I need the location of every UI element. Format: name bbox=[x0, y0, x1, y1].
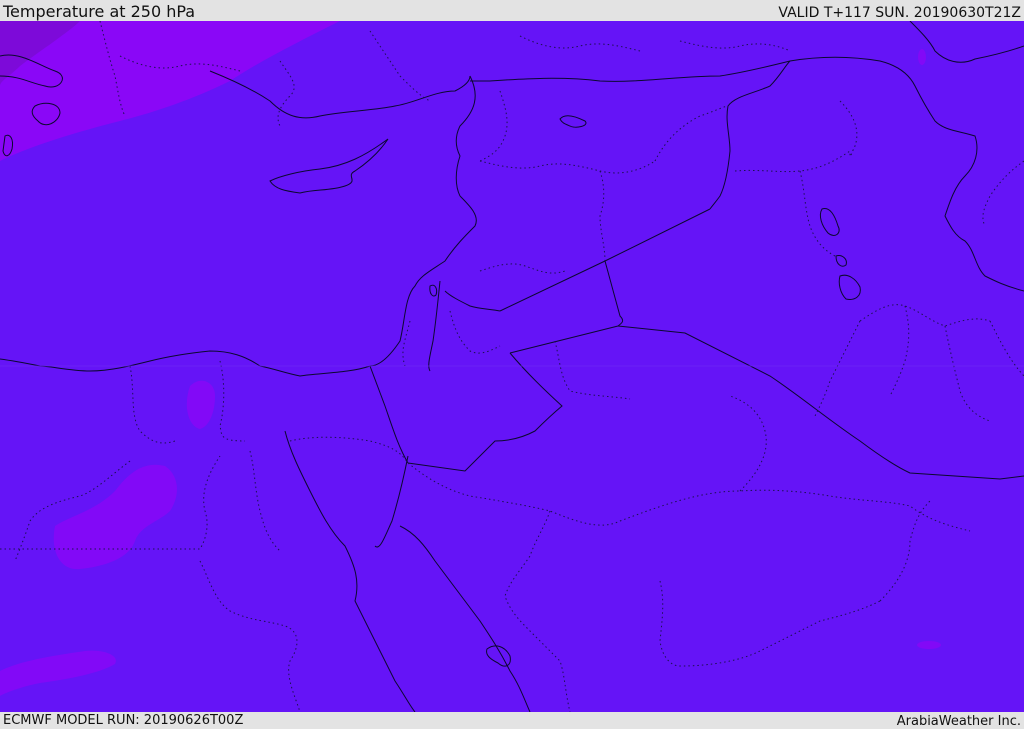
credit-label: ArabiaWeather Inc. bbox=[896, 714, 1021, 729]
footer-bar: ECMWF MODEL RUN: 20190626T00Z ArabiaWeat… bbox=[0, 712, 1024, 729]
warm-region-southeast bbox=[917, 641, 941, 649]
map-title: Temperature at 250 hPa bbox=[3, 2, 196, 21]
warm-region-northeast bbox=[918, 49, 926, 65]
map-canvas bbox=[0, 21, 1024, 712]
map-page: Temperature at 250 hPa VALID T+117 SUN. … bbox=[0, 0, 1024, 729]
model-run-label: ECMWF MODEL RUN: 20190626T00Z bbox=[3, 713, 244, 728]
valid-time: VALID T+117 SUN. 20190630T21Z bbox=[778, 5, 1021, 21]
temperature-map bbox=[0, 21, 1024, 712]
header-bar: Temperature at 250 hPa VALID T+117 SUN. … bbox=[0, 0, 1024, 21]
